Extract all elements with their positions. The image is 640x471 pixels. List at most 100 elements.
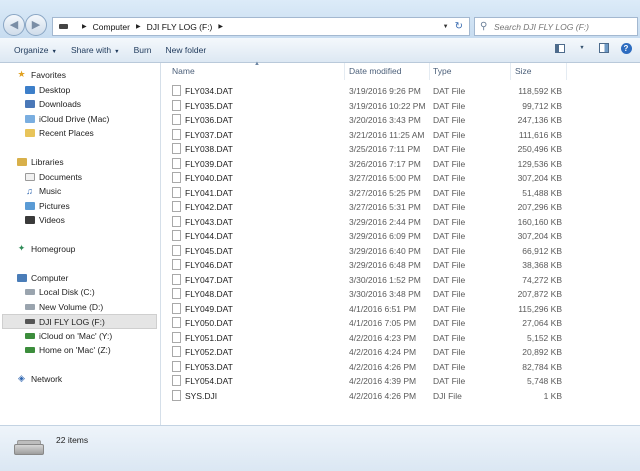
file-size: 307,204 KB [517,231,562,241]
breadcrumb-separator-icon[interactable]: ▶ [218,23,223,30]
nav-desktop[interactable]: Desktop [24,84,70,95]
share-with-button[interactable]: Share with ▼ [71,45,120,55]
file-row[interactable]: FLY044.DAT 3/29/2016 6:09 PM DAT File 307,2… [161,229,640,244]
search-box[interactable]: ⚲ [474,17,638,36]
nav-videos[interactable]: Videos [24,214,65,225]
nav-label: Downloads [39,98,82,109]
help-button[interactable]: ? [620,42,632,54]
nav-network[interactable]: ◈ Network [16,373,62,384]
column-size[interactable]: Size [515,66,532,76]
file-icon [172,389,181,401]
file-icon [172,331,181,343]
nav-recent-places[interactable]: Recent Places [24,127,94,138]
file-row[interactable]: FLY036.DAT 3/20/2016 3:43 PM DAT File 247,1… [161,113,640,128]
file-date-modified: 4/2/2016 4:39 PM [349,376,417,386]
column-divider[interactable] [510,63,511,80]
preview-pane-icon [599,43,609,53]
nav-icloud-drive[interactable]: iCloud Drive (Mac) [24,113,109,124]
forward-button[interactable]: ▶ [25,14,47,36]
nav-label: DJI FLY LOG (F:) [39,316,105,327]
file-row[interactable]: FLY050.DAT 4/1/2016 7:05 PM DAT File 27,064… [161,316,640,331]
address-dropdown-icon[interactable]: ▼ [443,24,449,30]
breadcrumb-separator-icon[interactable]: ▶ [82,23,87,30]
file-date-modified: 3/30/2016 3:48 PM [349,289,421,299]
file-row[interactable]: FLY053.DAT 4/2/2016 4:26 PM DAT File 82,784… [161,360,640,375]
file-row[interactable]: FLY042.DAT 3/27/2016 5:31 PM DAT File 207,2… [161,200,640,215]
recent-places-icon [24,127,35,138]
file-size: 247,136 KB [517,115,562,125]
nav-documents[interactable]: Documents [24,171,82,182]
file-list: FLY034.DAT 3/19/2016 9:26 PM DAT File 118,5… [161,80,640,425]
file-date-modified: 4/1/2016 6:51 PM [349,303,417,314]
address-field[interactable]: ▶ Computer ▶ DJI FLY LOG (F:) ▶ ▼ ↻ [52,17,470,36]
file-icon [172,114,181,125]
libraries-icon [16,156,27,167]
file-row[interactable]: FLY049.DAT 4/1/2016 6:51 PM DAT File 115,29… [161,302,640,317]
organize-button[interactable]: Organize ▼ [14,45,57,55]
nav-homegroup[interactable]: ✦ Homegroup [16,243,76,254]
refresh-icon[interactable]: ↻ [455,21,463,32]
file-date-modified: 4/2/2016 4:23 PM [349,332,417,343]
nav-icloud-mac[interactable]: iCloud on 'Mac' (Y:) [24,330,112,341]
file-row[interactable]: FLY034.DAT 3/19/2016 9:26 PM DAT File 118,5… [161,84,640,99]
nav-label: Music [39,185,62,196]
file-row[interactable]: FLY047.DAT 3/30/2016 1:52 PM DAT File 74,27… [161,273,640,288]
file-size: 74,272 KB [522,274,562,285]
file-row[interactable]: FLY038.DAT 3/25/2016 7:11 PM DAT File 250,4… [161,142,640,157]
file-icon [172,346,181,357]
nav-dji-fly-log[interactable]: DJI FLY LOG (F:) [2,314,157,329]
nav-computer[interactable]: Computer [16,272,68,283]
nav-pictures[interactable]: Pictures [24,200,70,211]
file-row[interactable]: FLY048.DAT 3/30/2016 3:48 PM DAT File 207,8… [161,287,640,302]
column-type[interactable]: Type [433,66,451,76]
file-date-modified: 3/20/2016 3:43 PM [349,115,421,125]
file-row[interactable]: FLY037.DAT 3/21/2016 11:25 AM DAT File 111,… [161,128,640,143]
file-row[interactable]: FLY051.DAT 4/2/2016 4:23 PM DAT File 5,152 … [161,331,640,346]
file-row[interactable]: FLY040.DAT 3/27/2016 5:00 PM DAT File 307,2… [161,171,640,186]
nav-new-volume[interactable]: New Volume (D:) [24,301,103,312]
back-button[interactable]: ◀ [3,14,25,36]
file-row[interactable]: FLY039.DAT 3/26/2016 7:17 PM DAT File 129,5… [161,157,640,172]
new-folder-button[interactable]: New folder [166,45,207,55]
breadcrumb-computer[interactable]: Computer [93,22,130,32]
file-name: FLY038.DAT [185,144,233,154]
file-row[interactable]: SYS.DJI 4/2/2016 4:26 PM DJI File 1 KB [161,389,640,404]
file-row[interactable]: FLY041.DAT 3/27/2016 5:25 PM DAT File 51,48… [161,186,640,201]
file-row[interactable]: FLY052.DAT 4/2/2016 4:24 PM DAT File 20,892… [161,345,640,360]
nav-music[interactable]: ♫ Music [24,185,61,196]
file-type: DAT File [433,158,466,169]
file-size: 160,160 KB [517,216,562,227]
file-row[interactable]: FLY054.DAT 4/2/2016 4:39 PM DAT File 5,748 … [161,374,640,389]
change-view-button[interactable] [554,42,566,54]
preview-pane-button[interactable] [598,42,610,54]
file-size: 1 KB [543,390,562,401]
drive-icon [14,440,44,456]
column-divider[interactable] [566,63,567,80]
file-type: DAT File [433,347,466,357]
file-type: DAT File [433,173,466,183]
view-options-button[interactable]: ▼ [576,42,588,54]
column-divider[interactable] [344,63,345,80]
column-divider[interactable] [429,63,430,80]
search-input[interactable] [494,21,624,32]
file-row[interactable]: FLY043.DAT 3/29/2016 2:44 PM DAT File 160,1… [161,215,640,230]
file-icon [172,99,181,111]
file-row[interactable]: FLY045.DAT 3/29/2016 6:40 PM DAT File 66,91… [161,244,640,259]
file-row[interactable]: FLY035.DAT 3/19/2016 10:22 PM DAT File 99,7… [161,99,640,114]
nav-label: Documents [39,171,82,182]
nav-home-mac[interactable]: Home on 'Mac' (Z:) [24,344,111,355]
file-type: DAT File [433,332,466,343]
nav-libraries[interactable]: Libraries [16,156,64,167]
chevron-down-icon: ▼ [51,49,57,55]
file-row[interactable]: FLY046.DAT 3/29/2016 6:48 PM DAT File 38,36… [161,258,640,273]
burn-button[interactable]: Burn [134,45,152,55]
nav-downloads[interactable]: Downloads [24,98,81,109]
file-type: DAT File [433,115,466,125]
nav-favorites[interactable]: ★ Favorites [16,69,66,80]
breadcrumb-current[interactable]: DJI FLY LOG (F:) [147,22,213,32]
nav-local-disk[interactable]: Local Disk (C:) [24,286,95,297]
command-bar: Organize ▼ Share with ▼ Burn New folder ▼ … [0,38,640,63]
column-date-modified[interactable]: Date modified [349,66,401,76]
breadcrumb-separator-icon[interactable]: ▶ [136,23,141,30]
column-name[interactable]: Name [172,66,195,76]
